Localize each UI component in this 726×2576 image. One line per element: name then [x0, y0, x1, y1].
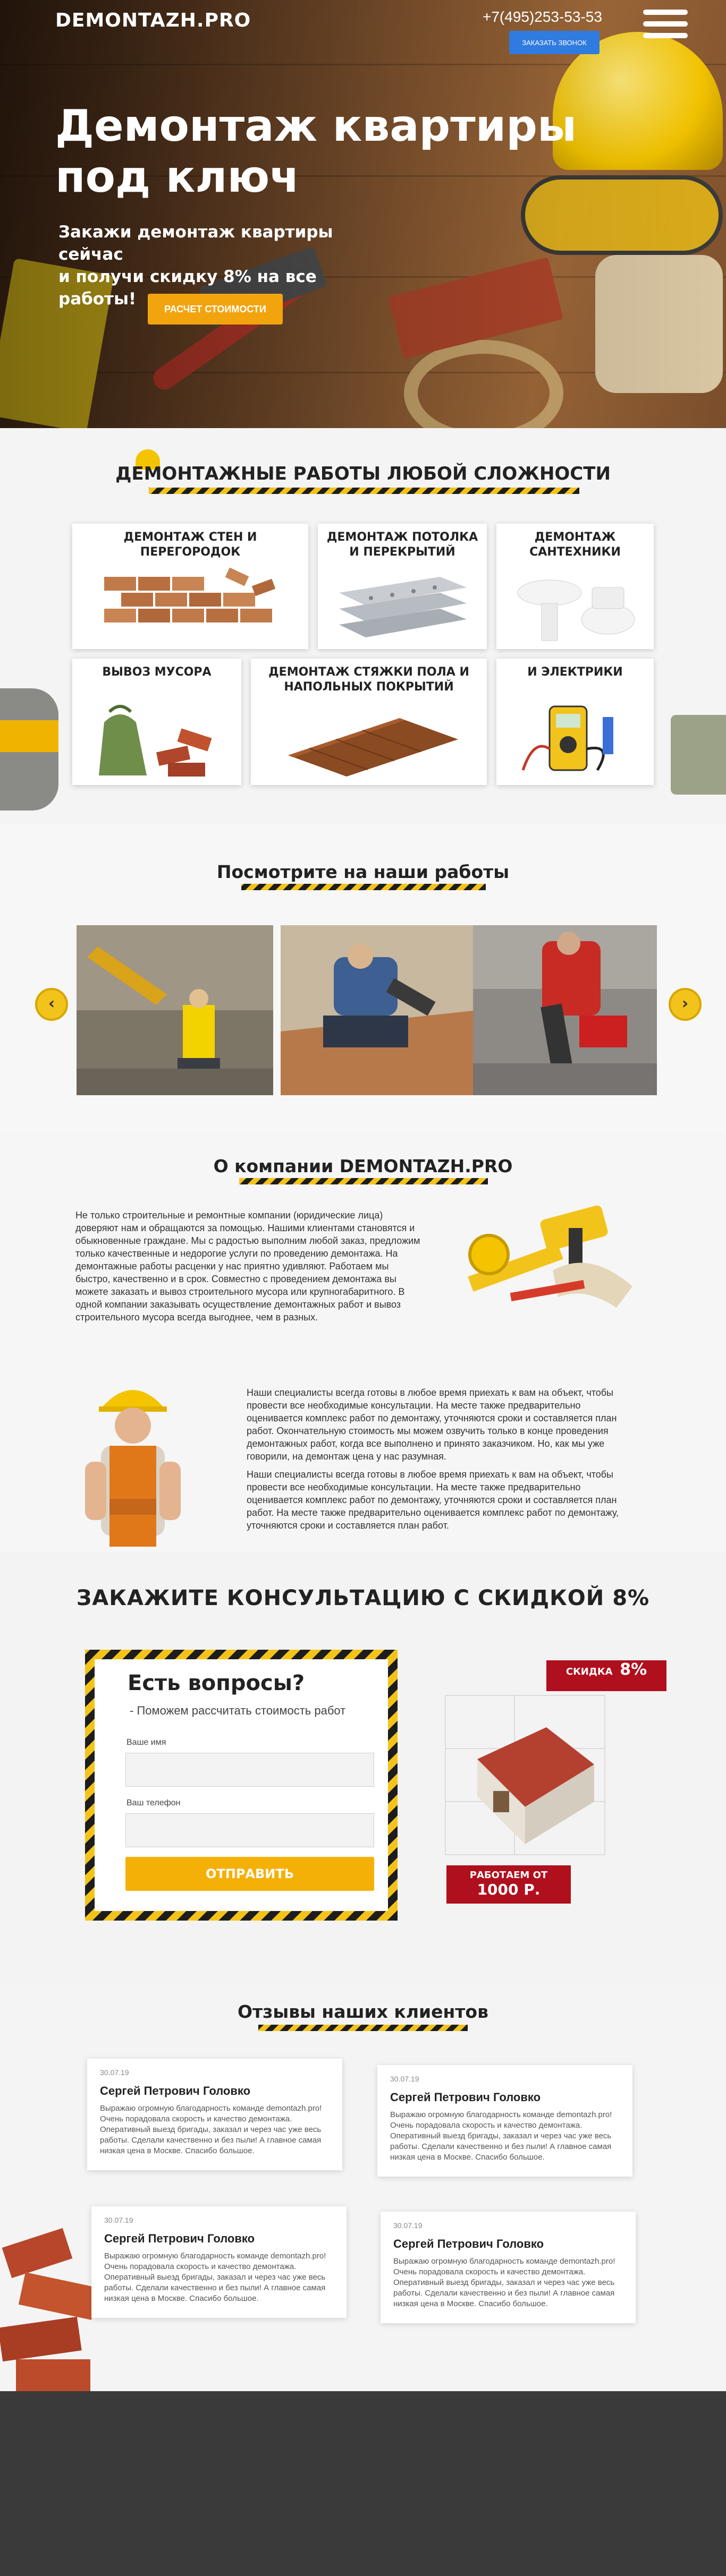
consult-form: Есть вопросы? - Поможем рассчитать стоим… [85, 1650, 398, 1921]
price-badge-line: Работаем от [469, 1870, 548, 1881]
consult-section: ЗАКАЖИТЕ КОНСУЛЬТАЦИЮ С СКИДКОЙ 8% Есть … [0, 1552, 726, 1982]
review-card: 30.07.19 Сергей Петрович Головко Выражаю… [91, 2206, 347, 2318]
hazard-stripe [241, 884, 486, 890]
header-phone[interactable]: +7(495)253-53-53 [483, 8, 602, 25]
name-field[interactable] [125, 1753, 374, 1787]
hero-title: Демонтаж квартиры под ключ [55, 101, 577, 202]
review-date: 30.07.19 [104, 2216, 133, 2224]
reviews-section: Отзывы наших клиентов 30.07.19 Сергей Пе… [0, 1982, 726, 2391]
about-paragraph: Не только строительные и ремонтные компа… [75, 1210, 420, 1323]
bricks-decoration [0, 2228, 98, 2391]
hazard-stripe [258, 2025, 468, 2031]
review-date: 30.07.19 [100, 2068, 129, 2077]
about-section: О компании DEMONTAZH.PRO Не только строи… [0, 1132, 726, 1552]
review-date: 30.07.19 [393, 2221, 423, 2230]
about-paragraph: Наши специалисты всегда готовы в любое в… [247, 1469, 619, 1531]
about-title: О компании DEMONTAZH.PRO [213, 1156, 513, 1176]
about-paragraph: Наши специалисты всегда готовы в любое в… [247, 1387, 617, 1462]
floor-boards-image [288, 718, 458, 777]
site-logo[interactable]: DEMONTAZH.PRO [55, 10, 251, 31]
discount-value: 8% [620, 1660, 647, 1679]
services-title: Демонтажные работы любой сложности [115, 463, 611, 484]
form-title: Есть вопросы? [128, 1671, 305, 1695]
work-photo[interactable] [473, 925, 657, 1095]
service-card[interactable]: и электрики [496, 659, 654, 785]
service-card[interactable]: Демонтаж стен и перегородок [72, 524, 308, 649]
review-text: Выражаю огромную благодарность команде d… [393, 2257, 615, 2308]
chevron-left-icon[interactable]: ‹ [35, 988, 68, 1021]
review-text: Выражаю огромную благодарность команде d… [390, 2110, 612, 2162]
review-text: Выражаю огромную благодарность команде d… [100, 2104, 322, 2155]
service-card-title: и электрики [527, 666, 623, 679]
service-card[interactable]: Демонтаж потолка и перекрытий [318, 524, 487, 649]
hazard-stripe [149, 488, 579, 494]
review-text: Выражаю огромную благодарность команде d… [104, 2251, 326, 2303]
service-card-title: Вывоз мусора [102, 666, 212, 679]
hazard-stripe [239, 1178, 488, 1184]
discount-prefix: скидка [565, 1666, 613, 1677]
review-author: Сергей Петрович Головко [393, 2237, 544, 2250]
review-card: 30.07.19 Сергей Петрович Головко Выражаю… [87, 2059, 342, 2170]
house-plan-image [445, 1695, 605, 1855]
consult-title: ЗАКАЖИТЕ КОНСУЛЬТАЦИЮ С СКИДКОЙ 8% [76, 1586, 650, 1610]
service-card-title: Демонтаж потолка и перекрытий [326, 531, 478, 559]
review-author: Сергей Петрович Головко [390, 2091, 541, 2104]
worker-image [85, 1390, 181, 1547]
footer [0, 2391, 726, 2576]
price-badge: Работаем от 1000 Р. [446, 1865, 571, 1904]
form-subtitle: - Поможем рассчитать стоимость работ [130, 1704, 346, 1717]
phone-field[interactable] [125, 1813, 374, 1847]
glove-decoration [0, 688, 58, 811]
service-card-title: Демонтаж сантехники [529, 531, 621, 559]
service-card-title: Демонтаж стяжки пола и напольных покрыти… [268, 666, 469, 694]
name-label: Ваше имя [126, 1738, 166, 1747]
calculate-cost-button[interactable]: Расчет стоимости [148, 294, 283, 325]
bag-decoration [671, 715, 726, 795]
hamburger-icon[interactable] [643, 10, 688, 41]
review-author: Сергей Петрович Головко [104, 2232, 255, 2245]
work-photo[interactable] [77, 925, 273, 1095]
submit-button[interactable]: ОТПРАВИТЬ [125, 1857, 374, 1891]
works-section: Посмотрите на наши работы ‹ › [0, 824, 726, 1132]
service-card[interactable]: Вывоз мусора [72, 659, 241, 785]
chevron-right-icon[interactable]: › [669, 988, 702, 1021]
hero-overlay [0, 0, 726, 428]
service-card[interactable]: Демонтаж сантехники [496, 524, 654, 649]
review-card: 30.07.19 Сергей Петрович Головко Выражаю… [381, 2212, 636, 2323]
multimeter-image [521, 705, 613, 771]
callback-button[interactable]: Заказать звонок [509, 31, 600, 54]
review-date: 30.07.19 [390, 2075, 419, 2083]
review-author: Сергей Петрович Головко [100, 2084, 251, 2097]
price-badge-value: 1000 Р. [477, 1881, 541, 1898]
hero-subtitle-line: Закажи демонтаж квартиры сейчас [58, 223, 333, 264]
works-title: Посмотрите на наши работы [216, 861, 510, 882]
phone-label: Ваш телефон [126, 1798, 181, 1807]
reviews-title: Отзывы наших клиентов [238, 2001, 488, 2022]
review-card: 30.07.19 Сергей Петрович Головко Выражаю… [377, 2065, 632, 2177]
brick-wall-image [104, 567, 276, 622]
landing-page: DEMONTAZH.PRO +7(495)253-53-53 Заказать … [0, 0, 726, 2576]
tools-image [468, 1205, 632, 1308]
work-photo[interactable] [281, 925, 477, 1095]
sink-toilet-image [517, 579, 635, 641]
hero-section: DEMONTAZH.PRO +7(495)253-53-53 Заказать … [0, 0, 726, 428]
services-section: Демонтажные работы любой сложности Демон… [0, 428, 726, 824]
concrete-slabs-image [339, 577, 467, 637]
service-card[interactable]: Демонтаж стяжки пола и напольных покрыти… [251, 659, 487, 785]
rubble-bag-image [99, 705, 212, 777]
